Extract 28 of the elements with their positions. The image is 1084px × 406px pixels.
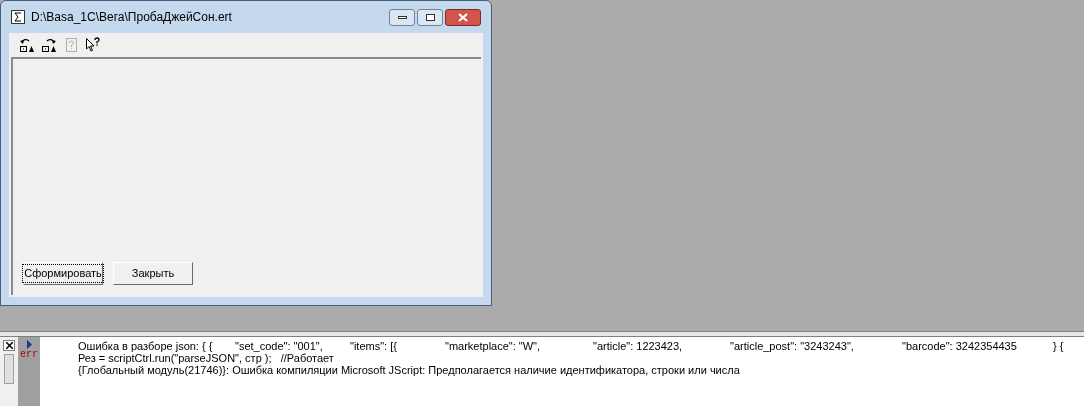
message-text: "article": 1223423, [593,340,684,352]
message-text: {Глобальный модуль(21746)}: Ошибка компиляции Microsoft JScript: Предполагается наличие идентификатора, строки или числа [78,364,741,376]
message-text: Ошибка в разборе json: { { [78,340,214,352]
close-button[interactable] [445,8,481,26]
close-icon [5,342,13,349]
pointer-question-icon[interactable] [85,37,101,53]
restore-icon [425,13,435,21]
close-icon [458,12,468,22]
window-title: D:\Basa_1C\Вега\ПробаДжейСон.ert [31,9,233,26]
redo-icon[interactable] [41,37,57,53]
dialog-button[interactable]: Сформировать [23,262,103,285]
message-text: "barcode": 3242354435 [902,340,1018,352]
sigma-icon [11,10,25,24]
minimize-button[interactable] [389,8,415,26]
message-text: "marketplace": "W", [445,340,542,352]
message-text: "article_post": "3243243", [730,340,855,352]
maximize-button[interactable] [417,8,443,26]
message-text: "set_code": "001", [235,340,324,352]
message-text: } { [1053,340,1064,352]
minimize-icon [397,15,407,19]
pointer-arrow-icon [26,340,34,349]
error-marker: err [20,349,38,361]
scrollbar[interactable] [4,354,14,384]
undo-icon[interactable] [19,37,35,53]
close-button[interactable] [3,340,15,351]
dialog-button[interactable]: Закрыть [113,262,193,285]
message-text: "items": [{ [350,340,398,352]
message-text: Рез = scriptCtrl.run("parseJSON", стр ); //Работает [78,352,335,364]
